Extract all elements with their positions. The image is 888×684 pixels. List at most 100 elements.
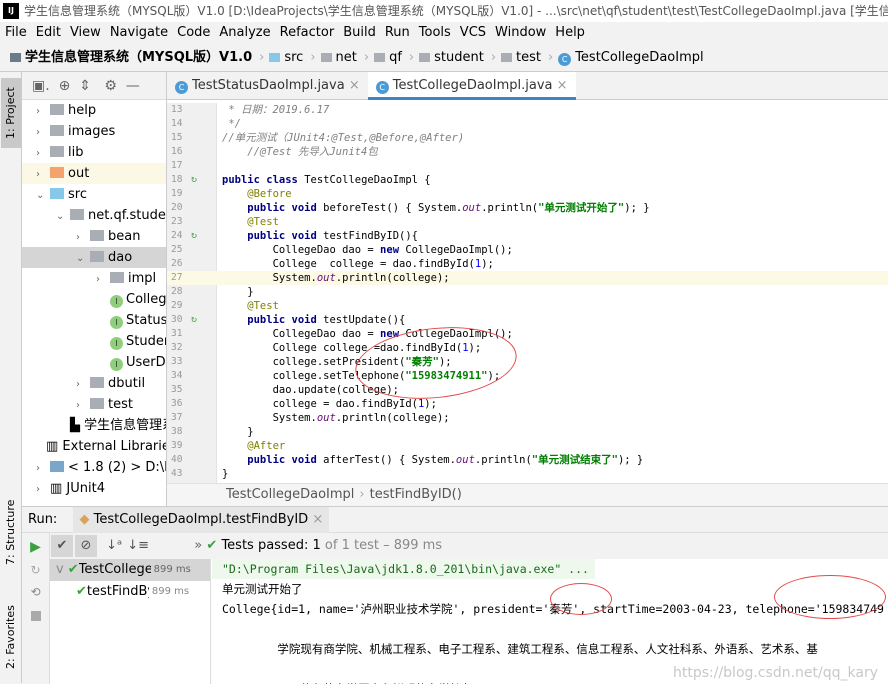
menu-run[interactable]: Run bbox=[385, 25, 410, 40]
tree-item[interactable]: › < 1.8 (2) > D:\Pr bbox=[22, 457, 166, 478]
menu-build[interactable]: Build bbox=[343, 25, 376, 40]
chevron-down-icon[interactable]: ⌄ bbox=[76, 248, 90, 269]
tree-item-label: dao bbox=[108, 250, 133, 265]
sort-alpha-icon[interactable]: ↓ᵃ bbox=[103, 535, 125, 557]
menu-code[interactable]: Code bbox=[177, 25, 210, 40]
tree-item-label: test bbox=[108, 397, 133, 412]
menu-navigate[interactable]: Navigate bbox=[110, 25, 168, 40]
run-test-icon[interactable]: ↻ bbox=[191, 313, 197, 327]
tree-item[interactable]: › impl bbox=[22, 268, 166, 289]
menu-tools[interactable]: Tools bbox=[419, 25, 451, 40]
collapse-all-icon[interactable]: ⇕ bbox=[79, 78, 91, 94]
nav-file[interactable]: C TestCollegeDaoImpl bbox=[558, 44, 704, 72]
run-tab[interactable]: ◆ TestCollegeDaoImpl.testFindByID × bbox=[73, 507, 330, 533]
chevron-right-icon[interactable]: › bbox=[36, 458, 50, 479]
toggle-auto-test-icon[interactable]: ⟲ bbox=[22, 585, 49, 599]
chevron-down-icon[interactable]: ⌄ bbox=[36, 185, 50, 206]
chevron-right-icon[interactable]: › bbox=[36, 143, 50, 164]
nav-project[interactable]: 学生信息管理系统（MYSQL版）V1.0 bbox=[10, 44, 252, 72]
show-passed-icon[interactable]: ✔ bbox=[51, 535, 73, 557]
stop-icon[interactable] bbox=[30, 611, 41, 621]
tree-item[interactable]: ⌄ net.qf.student bbox=[22, 205, 166, 226]
run-test-icon[interactable]: ↻ bbox=[191, 173, 197, 187]
code-area[interactable]: 13 * 日期：2019.6.17 14 */15//单元测试（JUnit4:@T… bbox=[167, 103, 888, 481]
tree-item[interactable]: › bean bbox=[22, 226, 166, 247]
menu-vcs[interactable]: VCS bbox=[460, 25, 486, 40]
favorites-tool-tab[interactable]: 2: Favorites bbox=[1, 592, 21, 682]
tree-item[interactable]: › images bbox=[22, 121, 166, 142]
rerun-icon[interactable]: ▶ bbox=[22, 539, 49, 555]
tree-item[interactable]: ▥ External Libraries bbox=[22, 436, 166, 457]
code-token: CollegeDao dao = bbox=[222, 244, 381, 256]
sort-duration-icon[interactable]: ↓≡ bbox=[127, 535, 149, 557]
tree-item[interactable]: › ▥ JUnit4 bbox=[22, 478, 166, 499]
pass-check-icon: ✔ bbox=[67, 562, 79, 577]
test-tree-row[interactable]: v✔TestCollegeDaoImpl899 ms bbox=[50, 559, 210, 581]
chevron-right-icon: › bbox=[548, 50, 554, 65]
chevron-right-icon[interactable]: › bbox=[96, 269, 110, 290]
code-token: public void bbox=[222, 314, 324, 326]
tree-item[interactable]: IStudentDao bbox=[22, 331, 166, 352]
view-dropdown-icon[interactable]: ▣. bbox=[32, 78, 50, 94]
editor-tab[interactable]: C TestCollegeDaoImpl.java × bbox=[367, 72, 576, 100]
test-name: testFindByID bbox=[86, 584, 149, 599]
tree-item[interactable]: ⌄ dao bbox=[22, 247, 166, 268]
tree-item[interactable]: › dbutil bbox=[22, 373, 166, 394]
code-line: 38 } bbox=[167, 425, 888, 439]
chevron-right-icon[interactable]: › bbox=[76, 374, 90, 395]
menu-window[interactable]: Window bbox=[495, 25, 546, 40]
tree-item[interactable]: ⌄ src bbox=[22, 184, 166, 205]
code-token: TestCollegeDaoImpl { bbox=[304, 174, 431, 186]
nav-src[interactable]: src bbox=[269, 44, 303, 72]
project-tool-tab[interactable]: 1: Project bbox=[1, 78, 21, 148]
code-line: 35 dao.update(college); bbox=[167, 383, 888, 397]
nav-net[interactable]: net bbox=[320, 44, 357, 72]
close-icon[interactable]: × bbox=[345, 78, 360, 93]
locate-icon[interactable]: ⊕ bbox=[59, 78, 71, 94]
nav-qf[interactable]: qf bbox=[374, 44, 402, 72]
chevron-right-icon[interactable]: › bbox=[76, 395, 90, 416]
menu-refactor[interactable]: Refactor bbox=[280, 25, 335, 40]
chevron-right-icon[interactable]: › bbox=[36, 479, 50, 500]
close-icon[interactable]: × bbox=[312, 512, 323, 527]
line-number: 35 bbox=[171, 384, 183, 395]
tree-item[interactable]: ICollegeDao bbox=[22, 289, 166, 310]
line-number: 39 bbox=[171, 440, 183, 451]
nav-file-label: TestCollegeDaoImpl bbox=[575, 50, 704, 65]
menu-analyze[interactable]: Analyze bbox=[219, 25, 270, 40]
chevron-right-icon[interactable]: › bbox=[36, 101, 50, 122]
structure-tool-tab[interactable]: 7: Structure bbox=[1, 492, 21, 572]
menu-file[interactable]: File bbox=[5, 25, 27, 40]
nav-student[interactable]: student bbox=[419, 44, 484, 72]
tree-item[interactable]: › test bbox=[22, 394, 166, 415]
tree-item[interactable]: › lib bbox=[22, 142, 166, 163]
chevron-down-icon[interactable]: ⌄ bbox=[56, 206, 70, 227]
menu-help[interactable]: Help bbox=[555, 25, 585, 40]
chevron-right-icon[interactable]: › bbox=[36, 122, 50, 143]
tree-item[interactable]: › out bbox=[22, 163, 166, 184]
code-token: CollegeDaoImpl(); bbox=[405, 244, 513, 256]
tree-item[interactable]: IStatusDao bbox=[22, 310, 166, 331]
show-ignored-icon[interactable]: ⊘ bbox=[75, 535, 97, 557]
line-number: 31 bbox=[171, 328, 183, 339]
gear-icon[interactable]: ⚙ bbox=[104, 78, 117, 94]
close-icon[interactable]: × bbox=[552, 78, 568, 93]
chevron-right-icon[interactable]: › bbox=[76, 227, 90, 248]
nav-test[interactable]: test bbox=[501, 44, 541, 72]
code-text: System.out.println(college); bbox=[222, 271, 450, 285]
chevron-right-icon[interactable]: › bbox=[36, 164, 50, 185]
tree-item[interactable]: › help bbox=[22, 100, 166, 121]
crumb-class[interactable]: TestCollegeDaoImpl bbox=[226, 487, 354, 502]
editor-tab[interactable]: C TestStatusDaoImpl.java × bbox=[167, 72, 368, 100]
tree-item[interactable]: IUserDao bbox=[22, 352, 166, 373]
test-tree-row[interactable]: ✔testFindByID899 ms bbox=[50, 581, 210, 603]
tree-item[interactable]: ▙ 学生信息管理系统 bbox=[22, 415, 166, 436]
chevron-down-icon[interactable]: v bbox=[56, 559, 64, 581]
menu-view[interactable]: View bbox=[70, 25, 101, 40]
rerun-failed-icon[interactable]: ↻ bbox=[22, 563, 49, 577]
run-test-icon[interactable]: ↻ bbox=[191, 229, 197, 243]
hide-icon[interactable]: — bbox=[126, 78, 140, 94]
menu-edit[interactable]: Edit bbox=[36, 25, 61, 40]
run-header: Run: ◆ TestCollegeDaoImpl.testFindByID × bbox=[22, 507, 888, 533]
crumb-method[interactable]: testFindByID() bbox=[370, 487, 462, 502]
